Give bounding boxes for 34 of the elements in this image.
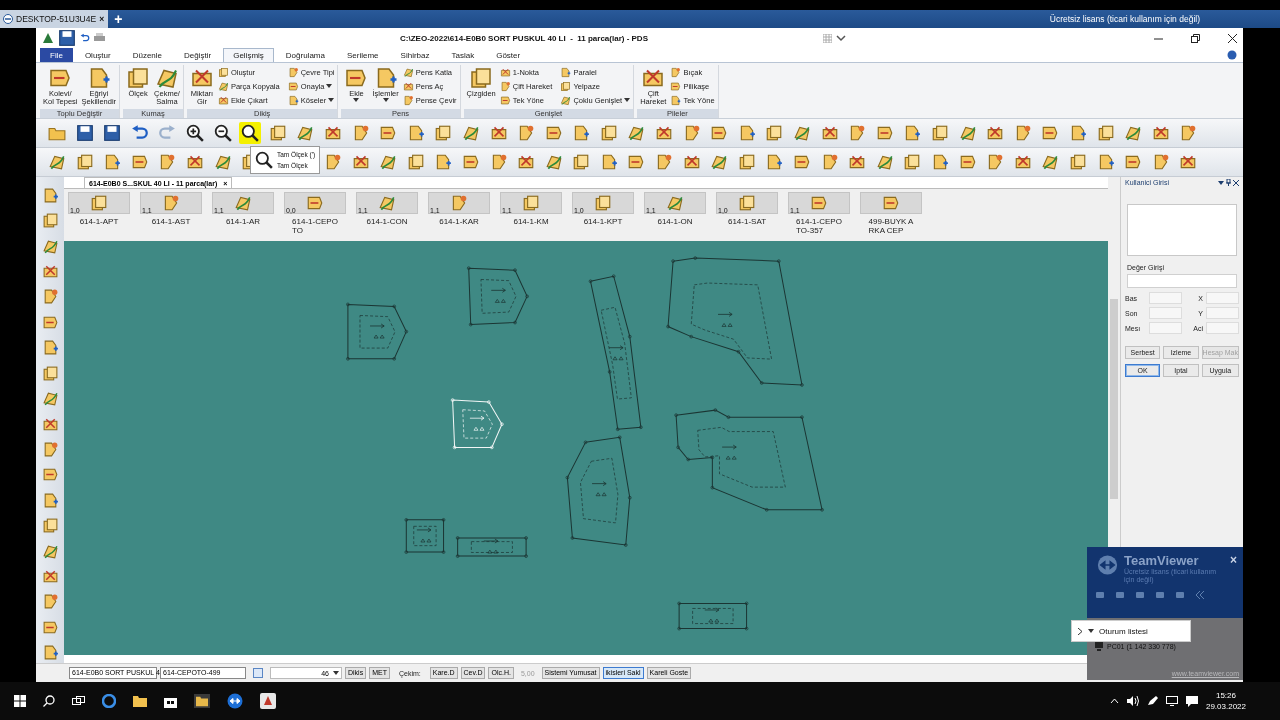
piece-item[interactable]: 499-BUYK A RKA CEP — [860, 192, 922, 241]
clock-date: 29.03.2022 — [1205, 702, 1246, 711]
panel-title: TeamViewer — [1124, 553, 1200, 568]
piece-name: 614-1-AST — [151, 217, 191, 226]
ribbon-tab[interactable]: Gelişmiş — [223, 48, 274, 62]
piece-name: 614-1-AR — [225, 217, 261, 226]
piece-name: 614-1-KM — [513, 217, 549, 226]
new-tab-button[interactable]: + — [108, 10, 129, 28]
remote-session-tab[interactable]: DESKTOP-51U3U4E × — [0, 10, 109, 28]
ribbon-tab[interactable]: Düzenle — [122, 48, 173, 62]
ribbon-tab[interactable]: Taslak — [441, 48, 485, 62]
piece-name: 614-1-KAR — [439, 217, 479, 226]
license-notice: Ücretsiz lisans (ticari kullanım için değil) — [1049, 13, 1201, 26]
tab-title: DESKTOP-51U3U4E — [16, 14, 97, 24]
clock-time: 15:26 — [1215, 691, 1236, 700]
close-tab-button[interactable]: × — [99, 14, 105, 24]
piece-name: 499-BUYK A RKA CEP — [868, 217, 914, 235]
piece-name: 614-1-ON — [657, 217, 693, 226]
piece-name: 614-1-CON — [366, 217, 408, 226]
piece-name: 614-1-KPT — [583, 217, 623, 226]
ribbon-tab[interactable]: Göster — [486, 48, 531, 62]
piece-name: 614-1-CEPO TO-357 — [796, 217, 842, 235]
ribbon-tab[interactable]: Değiştir — [174, 48, 222, 62]
ribbon-tab[interactable]: Doğrulama — [275, 48, 335, 62]
session-list-menu[interactable]: Oturum listesi — [1071, 620, 1191, 642]
ribbon-tab[interactable]: Serileme — [337, 48, 389, 62]
file-menu-tab[interactable]: File — [40, 48, 73, 62]
piece-name: 614-1-SAT — [727, 217, 767, 226]
ribbon-tab[interactable]: Oluştur — [74, 48, 121, 62]
piece-name: 614-1-CEPO TO — [292, 217, 338, 235]
close-button[interactable]: × — [1230, 553, 1237, 567]
window-title: C:\ZEO-2022\614-E0B0 SORT PUSKUL 40 LI - 11 parca(lar) - PDS — [399, 33, 649, 43]
ribbon-tab[interactable]: Sihirbaz — [390, 48, 440, 62]
piece-name: 614-1-APT — [79, 217, 119, 226]
